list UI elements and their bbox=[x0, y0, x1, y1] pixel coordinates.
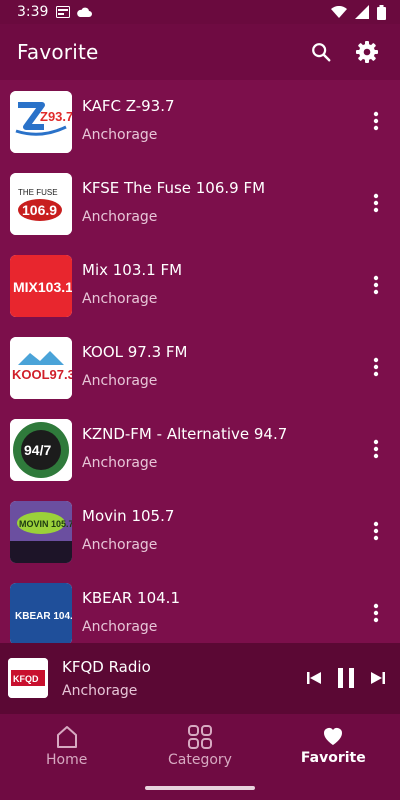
list-item[interactable]: MOVIN 105.7 Movin 105.7 Anchorage bbox=[0, 490, 400, 572]
svg-text:THE FUSE: THE FUSE bbox=[18, 188, 58, 197]
station-location: Anchorage bbox=[82, 537, 158, 553]
station-logo: KOOL97.3 bbox=[10, 337, 72, 399]
status-bar: 3:39 bbox=[0, 0, 400, 24]
cloud-icon bbox=[77, 7, 93, 17]
list-item[interactable]: MIX103.1 Mix 103.1 FM Anchorage bbox=[0, 244, 400, 326]
svg-text:Z93.7: Z93.7 bbox=[40, 109, 72, 124]
list-item[interactable]: 94/7 KZND-FM - Alternative 94.7 Anchorag… bbox=[0, 408, 400, 490]
station-name: KOOL 97.3 FM bbox=[82, 343, 188, 361]
search-button[interactable] bbox=[298, 29, 344, 75]
station-name: KAFC Z-93.7 bbox=[82, 97, 175, 115]
station-logo: 94/7 bbox=[10, 419, 72, 481]
tab-category[interactable]: Category bbox=[133, 714, 266, 778]
more-vert-icon bbox=[373, 521, 379, 541]
list-item[interactable]: THE FUSE 106.9 KFSE The Fuse 106.9 FM An… bbox=[0, 162, 400, 244]
station-list: Z93.7 KAFC Z-93.7 Anchorage THE FUSE 106… bbox=[0, 80, 400, 643]
station-name: Movin 105.7 bbox=[82, 507, 175, 525]
more-options-button[interactable] bbox=[364, 270, 388, 300]
more-vert-icon bbox=[373, 603, 379, 623]
more-vert-icon bbox=[373, 193, 379, 213]
battery-icon bbox=[377, 4, 386, 20]
more-vert-icon bbox=[373, 357, 379, 377]
search-icon bbox=[312, 43, 331, 62]
more-options-button[interactable] bbox=[364, 434, 388, 464]
list-item[interactable]: KBEAR 104.1 KBEAR 104.1 Anchorage bbox=[0, 572, 400, 643]
gesture-handle[interactable] bbox=[145, 786, 255, 790]
gear-icon bbox=[356, 41, 378, 63]
previous-button[interactable] bbox=[304, 665, 324, 691]
home-icon bbox=[56, 726, 77, 748]
svg-text:KOOL97.3: KOOL97.3 bbox=[12, 367, 72, 382]
station-name: Mix 103.1 FM bbox=[82, 261, 183, 279]
station-location: Anchorage bbox=[82, 455, 158, 471]
svg-text:KBEAR 104.1: KBEAR 104.1 bbox=[15, 611, 72, 622]
more-options-button[interactable] bbox=[364, 598, 388, 628]
signal-icon bbox=[355, 5, 369, 19]
tab-label: Favorite bbox=[300, 750, 366, 766]
svg-text:MOVIN 105.7: MOVIN 105.7 bbox=[19, 519, 72, 529]
player-station-location: Anchorage bbox=[62, 683, 138, 699]
station-logo: MOVIN 105.7 bbox=[10, 501, 72, 563]
category-icon bbox=[187, 725, 212, 749]
skip-previous-icon bbox=[307, 672, 321, 684]
tab-home[interactable]: Home bbox=[0, 714, 133, 778]
next-button[interactable] bbox=[368, 665, 388, 691]
svg-text:106.9: 106.9 bbox=[22, 202, 57, 218]
app-bar: Favorite bbox=[0, 24, 400, 80]
station-logo: MIX103.1 bbox=[10, 255, 72, 317]
more-vert-icon bbox=[373, 275, 379, 295]
more-options-button[interactable] bbox=[364, 516, 388, 546]
wifi-icon bbox=[331, 6, 347, 18]
tab-favorite[interactable]: Favorite bbox=[267, 714, 400, 778]
list-item[interactable]: Z93.7 KAFC Z-93.7 Anchorage bbox=[0, 80, 400, 162]
station-logo: KBEAR 104.1 bbox=[10, 583, 72, 643]
station-location: Anchorage bbox=[82, 127, 158, 143]
player-station-logo: KFQD bbox=[8, 658, 48, 698]
station-location: Anchorage bbox=[82, 619, 158, 635]
station-location: Anchorage bbox=[82, 209, 158, 225]
notification-icon bbox=[56, 6, 71, 18]
pause-icon bbox=[338, 668, 354, 688]
svg-text:94/7: 94/7 bbox=[24, 442, 51, 458]
more-vert-icon bbox=[373, 111, 379, 131]
more-options-button[interactable] bbox=[364, 106, 388, 136]
list-item[interactable]: KOOL97.3 KOOL 97.3 FM Anchorage bbox=[0, 326, 400, 408]
station-logo: Z93.7 bbox=[10, 91, 72, 153]
settings-button[interactable] bbox=[344, 29, 390, 75]
bottom-navigation: Home Category Favorite bbox=[0, 714, 400, 778]
pause-button[interactable] bbox=[334, 665, 358, 691]
tab-label: Category bbox=[168, 752, 232, 768]
svg-text:MIX103.1: MIX103.1 bbox=[13, 279, 72, 295]
station-name: KFSE The Fuse 106.9 FM bbox=[82, 179, 266, 197]
status-time: 3:39 bbox=[17, 4, 49, 20]
svg-text:KFQD: KFQD bbox=[13, 674, 39, 684]
heart-icon bbox=[324, 728, 343, 745]
station-name: KZND-FM - Alternative 94.7 bbox=[82, 425, 288, 443]
more-options-button[interactable] bbox=[364, 352, 388, 382]
station-location: Anchorage bbox=[82, 291, 158, 307]
page-title: Favorite bbox=[17, 40, 99, 64]
station-logo: THE FUSE 106.9 bbox=[10, 173, 72, 235]
skip-next-icon bbox=[371, 672, 385, 684]
more-vert-icon bbox=[373, 439, 379, 459]
mini-player[interactable]: KFQD KFQD Radio Anchorage bbox=[0, 643, 400, 714]
station-location: Anchorage bbox=[82, 373, 158, 389]
more-options-button[interactable] bbox=[364, 188, 388, 218]
tab-label: Home bbox=[45, 752, 88, 768]
player-station-name: KFQD Radio bbox=[62, 658, 151, 676]
station-name: KBEAR 104.1 bbox=[82, 589, 180, 607]
